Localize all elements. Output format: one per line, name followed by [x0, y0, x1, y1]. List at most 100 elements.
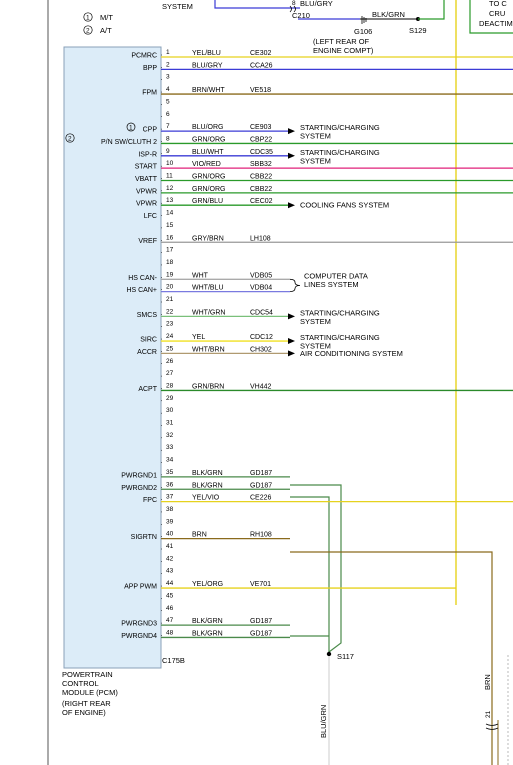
wire-color: BRN [192, 532, 207, 539]
pin-number: 15 [166, 222, 174, 229]
pin-row: 23 [161, 321, 174, 328]
legend-text-mt: M/T [100, 13, 113, 22]
pin-number: 12 [166, 185, 174, 192]
pin-number: 36 [166, 481, 174, 488]
pin-row: 31 [161, 420, 174, 427]
pin-number: 21 [166, 296, 174, 303]
pin-row: 3 [161, 74, 170, 81]
circuit-id: CEC02 [250, 198, 273, 205]
pin-number: 8 [166, 135, 170, 142]
wire-color: GRN/ORG [192, 186, 225, 193]
signal-name: HS CAN+ [126, 287, 157, 294]
pin-number: 23 [166, 321, 174, 328]
wire-color: VIO/RED [192, 161, 221, 168]
pin-number: 6 [166, 111, 170, 118]
circuit-id: VE518 [250, 87, 271, 94]
wire-color: YEL/VIO [192, 495, 220, 502]
pin-number: 27 [166, 370, 174, 377]
cpp-variant-mark: 1 [129, 125, 133, 132]
circuit-id: VDB05 [250, 272, 272, 279]
pin-number: 29 [166, 395, 174, 402]
pin-row: 7 CPP BLU/ORG CE903 [143, 123, 295, 135]
wire-color: WHT/BLU [192, 285, 224, 292]
signal-name: VPWR [136, 201, 157, 208]
pcm-variant-mark: 2 [68, 136, 72, 143]
circuit-id: GD187 [250, 618, 272, 625]
pin-row: 38 [161, 506, 174, 513]
brace-icon [289, 278, 301, 293]
wire-color: BRN/WHT [192, 87, 225, 94]
pin-row: 26 [161, 358, 174, 365]
pin-row: 4 FPM BRN/WHT VE518 [142, 86, 513, 97]
wire-color: BLU/ORG [192, 124, 224, 131]
arrow-icon [288, 128, 295, 135]
wire-color: YEL/BLU [192, 50, 221, 57]
signal-name: START [135, 164, 158, 171]
circuit-id: GD187 [250, 630, 272, 637]
arrow-icon [288, 338, 295, 345]
pin-number: 37 [166, 494, 174, 501]
pin-row: 21 [161, 296, 174, 303]
pin-number: 26 [166, 358, 174, 365]
signal-name: FPM [142, 90, 157, 97]
top-wire-blugry: BLU/GRY [300, 0, 333, 8]
pin-number: 17 [166, 247, 174, 254]
wire-color: BLK/GRN [192, 630, 223, 637]
signal-name: PWRGND4 [121, 633, 157, 640]
arrow-icon [288, 313, 295, 320]
pcm-label: POWERTRAIN CONTROL MODULE (PCM) (RIGHT R… [62, 670, 118, 717]
wire-color: GRN/BRN [192, 383, 224, 390]
signal-name: PCMRC [131, 53, 157, 60]
pin-row: 42 [161, 555, 174, 562]
wire-color: BLU/WHT [192, 149, 224, 156]
splice-s117: S117 [337, 652, 354, 661]
pin-row: 27 [161, 370, 174, 377]
pin-number: 22 [166, 308, 174, 315]
circuit-id: CBP22 [250, 136, 272, 143]
legend: 1 M/T 2 A/T [83, 12, 113, 35]
circuit-id: GD187 [250, 482, 272, 489]
signal-name: LFC [144, 213, 157, 220]
pcm-label-line-1: POWERTRAIN [62, 670, 113, 679]
arrow-icon [288, 350, 295, 357]
pcm-label-line-2: CONTROL [62, 679, 99, 688]
system-callout: STARTING/CHARGINGSYSTEM [300, 148, 380, 166]
circuit-id: CDC12 [250, 334, 273, 341]
pin-number: 16 [166, 234, 174, 241]
pin-number: 41 [166, 543, 174, 550]
wire-color: GRN/ORG [192, 174, 225, 181]
wire-color: BLK/GRN [192, 618, 223, 625]
pin-row: 29 [161, 395, 174, 402]
wire-color: YEL/ORG [192, 581, 223, 588]
pin-row: 5 [161, 98, 170, 105]
wire-color: YEL [192, 334, 205, 341]
top-pin8: 8 [292, 0, 296, 7]
pin-number: 18 [166, 259, 174, 266]
wire-color: WHT/GRN [192, 309, 225, 316]
pin-number: 20 [166, 284, 174, 291]
signal-name: P/N SW/CLUTH 2 [101, 139, 157, 146]
signal-name: CPP [143, 127, 158, 134]
top-to-c: TO C [489, 0, 507, 8]
arrow-icon [288, 152, 295, 159]
pcm-label-line-3: MODULE (PCM) [62, 688, 118, 697]
pin-row: 2 BPP BLU/GRY CCA26 [143, 61, 513, 72]
wire-color: GRY/BRN [192, 235, 224, 242]
pin-number: 1 [166, 49, 170, 56]
pin-number: 25 [166, 345, 174, 352]
pin-number: 46 [166, 605, 174, 612]
vertical-pin-21: 21 [485, 710, 492, 718]
circuit-id: GD187 [250, 470, 272, 477]
signal-name: BPP [143, 65, 157, 72]
circuit-id: CE226 [250, 495, 272, 502]
signal-name: APP PWM [124, 584, 157, 591]
pin-number: 39 [166, 518, 174, 525]
pin-number: 43 [166, 568, 174, 575]
callout-text: LINES SYSTEM [304, 280, 359, 289]
callout-text: COOLING FANS SYSTEM [300, 201, 389, 210]
system-callout: COOLING FANS SYSTEM [300, 201, 389, 210]
legend-num-2: 2 [86, 28, 90, 35]
wire-color: BLU/GRY [192, 62, 223, 69]
pin-number: 40 [166, 531, 174, 538]
pin-number: 35 [166, 469, 174, 476]
